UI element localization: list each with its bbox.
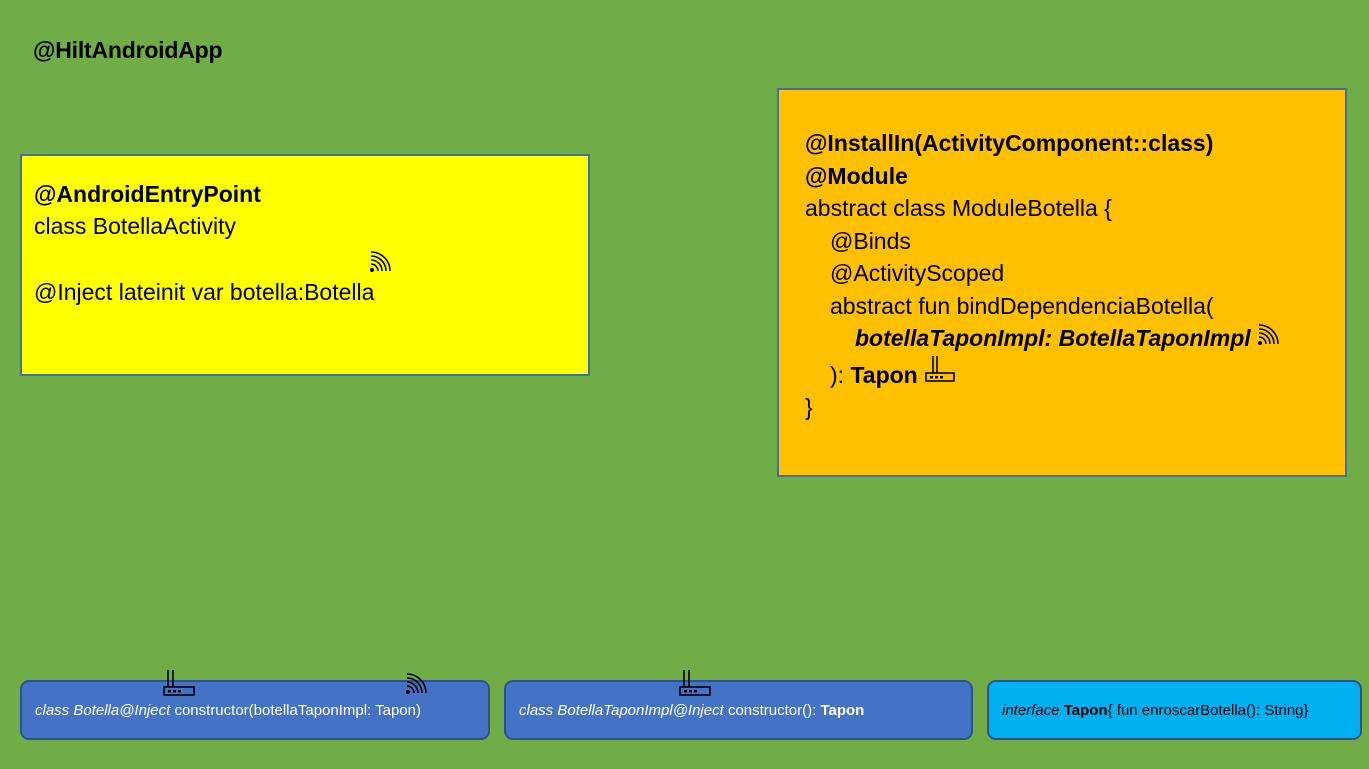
hilt-android-app-label: @HiltAndroidApp [33,37,223,63]
bind-function-line: abstract fun bindDependenciaBotella( [830,292,1214,319]
activity-box: @AndroidEntryPoint class BotellaActivity… [20,154,590,376]
activity-class-line: class BotellaActivity [34,213,236,239]
install-in-annotation: @InstallIn(ActivityComponent::class) [805,130,1214,156]
wifi-signal-icon [369,251,391,273]
bind-parameter-line: botellaTaponImpl: BotellaTaponImpl [805,322,1319,355]
router-icon [924,355,956,383]
activity-scoped-annotation: @ActivityScoped [830,260,1005,286]
android-entry-point-annotation: @AndroidEntryPoint [34,181,261,207]
botella-constructor: constructor(botellaTaponImpl: Tapon) [170,701,421,719]
bind-parameter: botellaTaponImpl: BotellaTaponImpl [855,325,1251,351]
tapon-interface-box: interface Tapon{ fun enroscarBotella(): … [987,680,1362,740]
router-icon [163,669,195,697]
tapon-interface-body: { fun enroscarBotella(): String} [1107,701,1309,719]
botella-class-declaration: class Botella@Inject [35,701,171,719]
interface-keyword: interface [1002,701,1060,719]
wifi-signal-icon [1257,324,1279,346]
router-icon [679,669,711,697]
return-prefix: ): [830,361,851,388]
module-box: @InstallIn(ActivityComponent::class) @Mo… [777,88,1347,477]
tapon-interface-name: Tapon [1059,701,1108,719]
binds-annotation: @Binds [830,227,911,254]
botella-tapon-impl-constructor: constructor(): [723,701,821,719]
botella-tapon-impl-type: Tapon [820,701,865,719]
inject-field-line: @Inject lateinit var botella:Botella [34,279,375,305]
return-type-line: ): Tapon [805,355,1319,392]
module-class-line: abstract class ModuleBotella { [805,195,1112,221]
botella-tapon-impl-declaration: class BotellaTaponImpl@Inject [519,701,724,719]
wifi-signal-icon [405,673,427,695]
module-close-brace: } [805,394,813,420]
botella-tapon-impl-class-box: class BotellaTaponImpl@Inject constructo… [504,680,973,740]
module-annotation: @Module [805,162,908,189]
return-type: Tapon [850,361,918,388]
